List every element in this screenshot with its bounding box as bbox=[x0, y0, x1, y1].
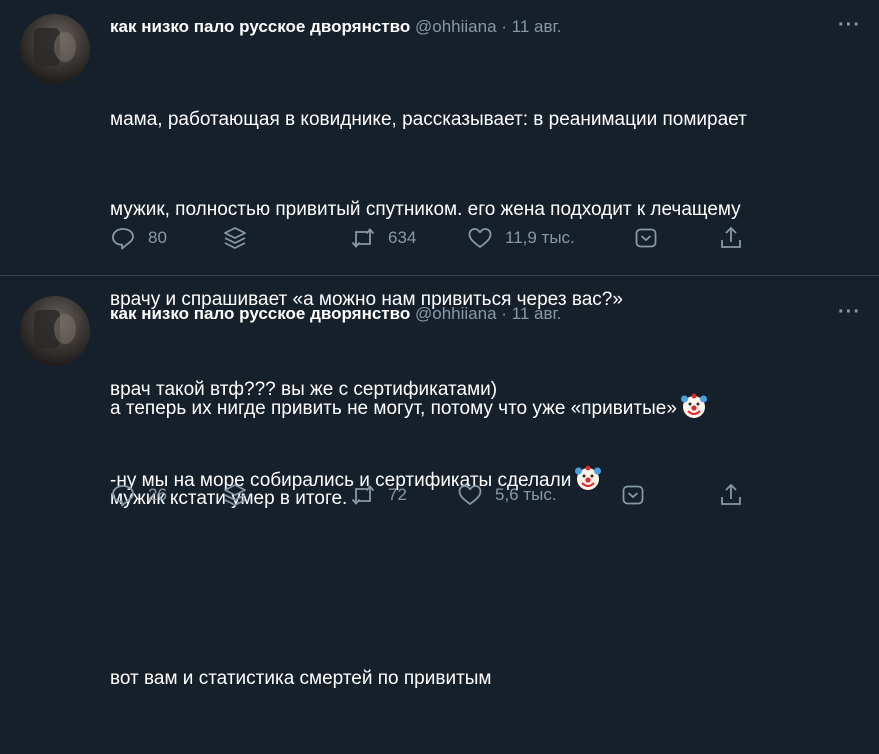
reply-count: 80 bbox=[148, 228, 167, 247]
share-button[interactable] bbox=[718, 482, 744, 508]
tweet-text-line: мужик, полностью привитый спутником. его… bbox=[110, 199, 741, 220]
tweet-text-line: а теперь их нигде привить не могут, пото… bbox=[110, 393, 707, 424]
tweet-header: как низко пало русское дворянство @ohhii… bbox=[110, 17, 561, 37]
share-icon bbox=[721, 483, 741, 505]
chevron-box-icon bbox=[635, 228, 657, 248]
tweet-text-line: мама, работающая в ковиднике, рассказыва… bbox=[110, 109, 747, 130]
stack-icon bbox=[224, 484, 246, 506]
retweet-count: 634 bbox=[388, 228, 417, 247]
thread-button[interactable] bbox=[222, 225, 248, 251]
like-count: 5,6 тыс. bbox=[495, 485, 557, 504]
thread-button[interactable] bbox=[222, 482, 248, 508]
like-button[interactable]: 11,9 тыс. bbox=[467, 225, 575, 251]
tweet-actions: 80 634 11,9 тыс. bbox=[0, 225, 879, 255]
clown-face-icon bbox=[680, 393, 707, 418]
reply-icon bbox=[112, 228, 134, 250]
author-name[interactable]: как низко пало русское дворянство bbox=[110, 17, 410, 36]
author-handle[interactable]: @ohhiiana bbox=[415, 17, 497, 36]
like-button[interactable]: 5,6 тыс. bbox=[457, 482, 557, 508]
tweet-actions: 26 72 5,6 тыс. bbox=[0, 482, 879, 512]
tweet-header: как низко пало русское дворянство @ohhii… bbox=[110, 304, 561, 324]
share-icon bbox=[721, 226, 741, 248]
retweet-icon bbox=[351, 485, 375, 505]
more-options-icon[interactable]: ··· bbox=[838, 301, 861, 324]
tweet-text: а теперь их нигде привить не могут, пото… bbox=[110, 333, 707, 754]
heart-icon bbox=[458, 485, 482, 505]
reply-button[interactable]: 80 bbox=[110, 225, 167, 251]
retweet-button[interactable]: 72 bbox=[350, 482, 407, 508]
stack-icon bbox=[224, 227, 246, 249]
retweet-icon bbox=[351, 228, 375, 248]
separator: · bbox=[501, 304, 507, 323]
bookmark-button[interactable] bbox=[633, 225, 659, 251]
reply-icon bbox=[112, 485, 134, 507]
reply-button[interactable]: 26 bbox=[110, 482, 167, 508]
retweet-count: 72 bbox=[388, 485, 407, 504]
tweet[interactable]: как низко пало русское дворянство @ohhii… bbox=[0, 276, 879, 689]
avatar[interactable] bbox=[20, 296, 90, 366]
avatar[interactable] bbox=[20, 14, 90, 84]
tweet[interactable]: как низко пало русское дворянство @ohhii… bbox=[0, 0, 879, 491]
chevron-box-icon bbox=[622, 485, 644, 505]
heart-icon bbox=[468, 228, 492, 248]
tweet-text-line: вот вам и статистика смертей по привитым bbox=[110, 668, 492, 689]
author-name[interactable]: как низко пало русское дворянство bbox=[110, 304, 410, 323]
more-options-icon[interactable]: ··· bbox=[838, 14, 861, 37]
separator: · bbox=[501, 17, 507, 36]
tweet-date[interactable]: 11 авг. bbox=[512, 17, 562, 36]
share-button[interactable] bbox=[718, 225, 744, 251]
tweet-text-segment: а теперь их нигде привить не могут, пото… bbox=[110, 398, 677, 419]
retweet-button[interactable]: 634 bbox=[350, 225, 416, 251]
reply-count: 26 bbox=[148, 485, 167, 504]
author-handle[interactable]: @ohhiiana bbox=[415, 304, 497, 323]
tweet-date[interactable]: 11 авг. bbox=[512, 304, 562, 323]
like-count: 11,9 тыс. bbox=[505, 228, 575, 247]
tweet-text-line bbox=[110, 574, 707, 604]
bookmark-button[interactable] bbox=[620, 482, 646, 508]
